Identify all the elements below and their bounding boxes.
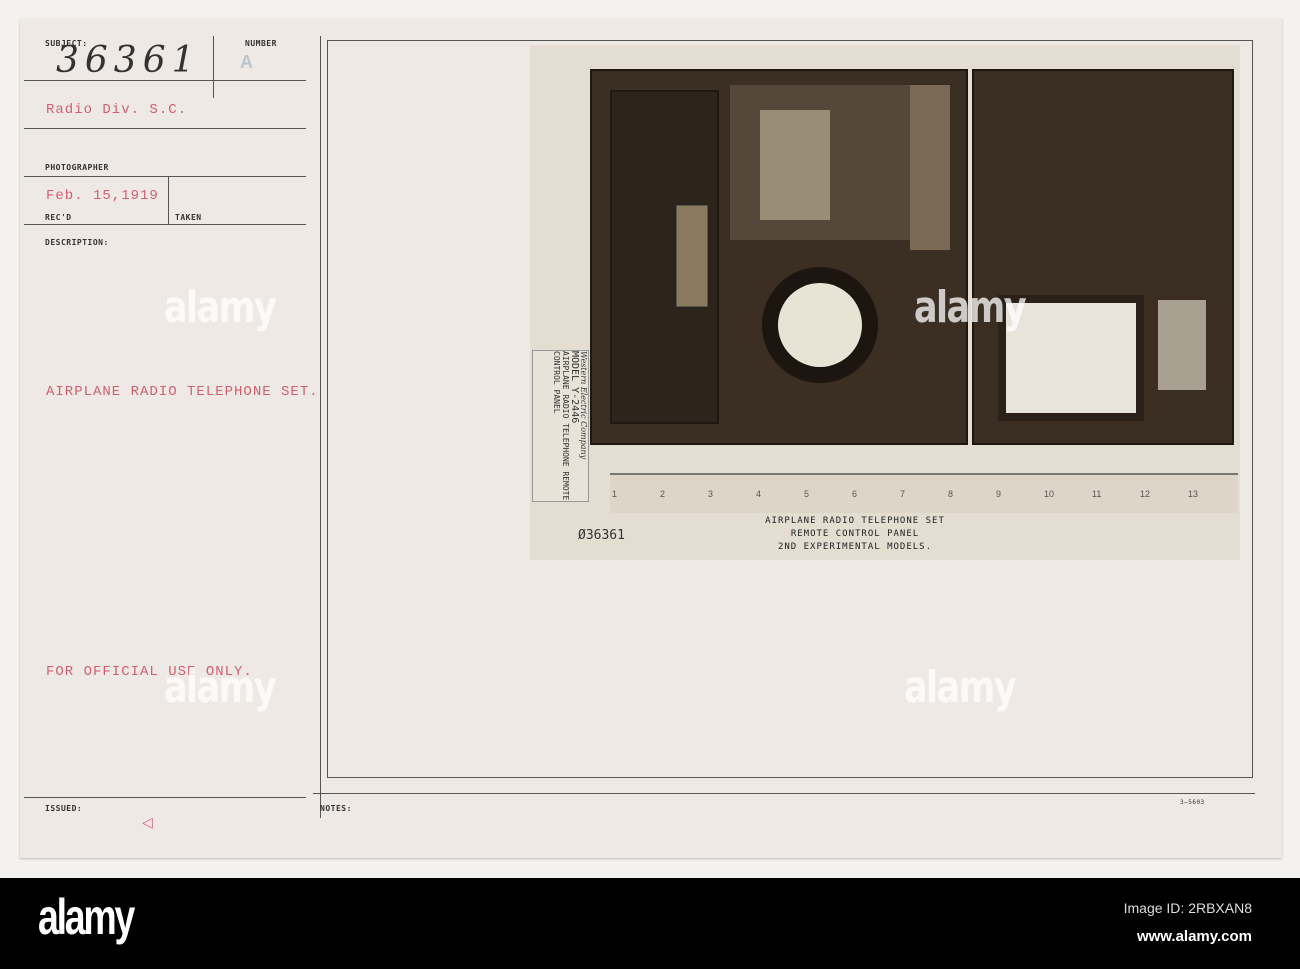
subject-number: 36361	[56, 40, 201, 81]
capacitor	[910, 85, 950, 250]
taken-label: TAKEN	[175, 213, 202, 222]
label-company: Western Electric Company	[579, 351, 588, 460]
ruler-tick: 13	[1188, 489, 1199, 499]
rule	[24, 128, 306, 129]
rule	[24, 176, 306, 177]
ruler-tick: 2	[660, 489, 666, 499]
notes-label: NOTES:	[320, 804, 352, 813]
photo-caption: AIRPLANE RADIO TELEPHONE SET REMOTE CONT…	[730, 515, 980, 554]
watermark: alamy	[163, 282, 277, 333]
footer-banner: alamy Image ID: 2RBXAN8 www.alamy.com	[0, 878, 1300, 969]
red-mark-icon: ◁	[142, 814, 153, 830]
description-label: DESCRIPTION:	[45, 238, 109, 247]
ruler-tick: 8	[948, 489, 954, 499]
ruler-tick: 9	[996, 489, 1002, 499]
ruler-tick: 4	[756, 489, 762, 499]
ammeter-dial	[778, 283, 862, 367]
terminal-block	[1158, 300, 1206, 390]
rule	[24, 797, 306, 798]
ruler-tick: 12	[1140, 489, 1151, 499]
label-description: AIRPLANE RADIO TELEPHONE REMOTE CONTROL …	[552, 351, 570, 501]
caption-line: REMOTE CONTROL PANEL	[790, 529, 920, 539]
relay	[760, 110, 830, 220]
equipment-label: Western Electric Company MODEL Y-2446 AI…	[532, 350, 589, 502]
date-text: Feb. 15,1919	[46, 188, 159, 204]
number-label: NUMBER	[245, 39, 277, 48]
form-number: 3—5603	[1180, 799, 1205, 806]
column-divider	[320, 36, 321, 818]
caption-line: AIRPLANE RADIO TELEPHONE SET	[765, 516, 945, 526]
issued-label: ISSUED:	[45, 804, 83, 813]
description-text: AIRPLANE RADIO TELEPHONE SET.	[46, 384, 319, 400]
alamy-logo: alamy	[38, 889, 135, 945]
number-divider	[213, 36, 214, 98]
negative-number: Ø36361	[578, 528, 625, 543]
switch-plate	[676, 205, 708, 307]
watermark: alamy	[903, 662, 1017, 713]
number-stamp: A	[240, 52, 253, 72]
site-url[interactable]: www.alamy.com	[1137, 928, 1252, 945]
ruler-tick: 5	[804, 489, 810, 499]
label-model: MODEL Y-2446	[569, 351, 580, 424]
watermark: alamy	[913, 282, 1027, 333]
photograph: Western Electric Company MODEL Y-2446 AI…	[530, 45, 1240, 560]
caption-line: 2ND EXPERIMENTAL MODELS.	[777, 542, 933, 552]
watermark: alamy	[163, 662, 277, 713]
ruler-tick: 6	[852, 489, 858, 499]
photographer-label: PHOTOGRAPHER	[45, 163, 109, 172]
ruler-tick: 11	[1092, 489, 1102, 499]
ruler-tick: 7	[900, 489, 906, 499]
recd-divider	[168, 176, 169, 224]
unit-text: Radio Div. S.C.	[46, 102, 188, 118]
recd-label: REC'D	[45, 213, 72, 222]
ruler: 1 2 3 4 5 6 7 8 9 10 11 12 13	[610, 473, 1238, 513]
ruler-tick: 1	[612, 489, 618, 499]
ruler-tick: 3	[708, 489, 714, 499]
ruler-tick: 10	[1044, 489, 1055, 499]
label-text: Western Electric Company MODEL Y-2446 AI…	[552, 351, 588, 501]
image-id: Image ID: 2RBXAN8	[1123, 900, 1252, 916]
rule	[313, 793, 1255, 794]
rule	[24, 224, 306, 225]
